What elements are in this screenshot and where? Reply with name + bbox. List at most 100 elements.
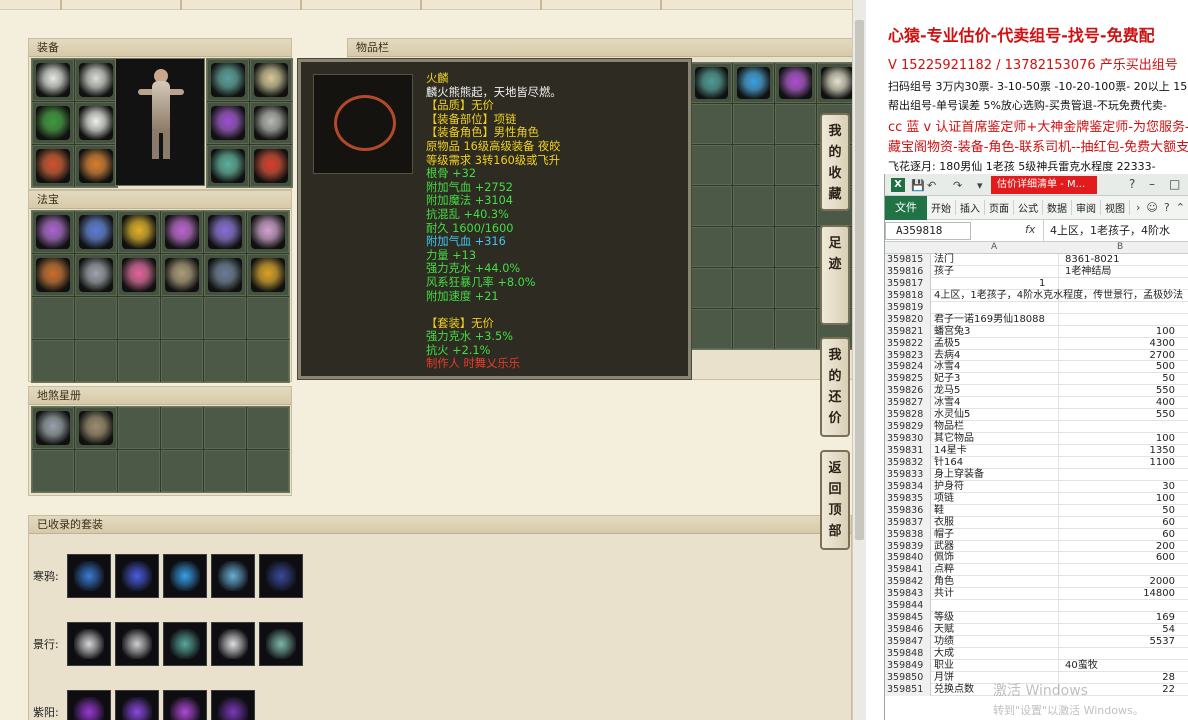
suit-item[interactable] bbox=[211, 690, 255, 720]
bag-slot[interactable] bbox=[691, 309, 732, 349]
fabao-slot[interactable] bbox=[204, 340, 246, 382]
smiley-icon[interactable]: ☺ bbox=[1146, 201, 1157, 214]
fabao-slot[interactable] bbox=[75, 211, 117, 253]
cell-b[interactable]: 2000 bbox=[1059, 576, 1177, 588]
cell-b[interactable]: 1350 bbox=[1059, 445, 1177, 457]
star-slot[interactable] bbox=[204, 407, 246, 449]
row-number[interactable]: 359846 bbox=[885, 624, 931, 637]
cell-a[interactable]: 帽子 bbox=[932, 529, 1058, 541]
ribbon-tab[interactable]: 审阅 bbox=[1072, 200, 1101, 215]
cell-b[interactable]: 2700 bbox=[1059, 350, 1177, 362]
column-a-header[interactable]: A bbox=[991, 242, 997, 252]
cell-a[interactable]: 物品栏 bbox=[932, 421, 1058, 433]
cell-a[interactable]: 针164 bbox=[932, 457, 1058, 469]
equip-slot[interactable] bbox=[75, 145, 117, 187]
cell-a[interactable]: 身上穿装备 bbox=[932, 469, 1058, 481]
cell-b[interactable]: 54 bbox=[1059, 624, 1177, 636]
suit-item[interactable] bbox=[259, 622, 303, 666]
fabao-slot[interactable] bbox=[161, 297, 203, 339]
bag-slot[interactable] bbox=[733, 104, 774, 144]
ribbon-tab[interactable]: 公式 bbox=[1014, 200, 1043, 215]
star-slot[interactable] bbox=[32, 407, 74, 449]
my-favorites-button[interactable]: 我的收藏 bbox=[820, 113, 850, 211]
star-slot[interactable] bbox=[75, 450, 117, 492]
cell-b[interactable]: 100 bbox=[1059, 326, 1177, 338]
row-number[interactable]: 359839 bbox=[885, 540, 931, 553]
row-number[interactable]: 359848 bbox=[885, 647, 931, 660]
cell-b[interactable]: 50 bbox=[1059, 505, 1177, 517]
row-number[interactable]: 359831 bbox=[885, 445, 931, 457]
cell-b[interactable]: 60 bbox=[1059, 517, 1177, 529]
row-number[interactable]: 359815 bbox=[885, 254, 931, 266]
ribbon-tab[interactable]: 插入 bbox=[956, 200, 985, 215]
star-slot[interactable] bbox=[32, 450, 74, 492]
equip-slot[interactable] bbox=[207, 59, 249, 101]
suit-item[interactable] bbox=[67, 690, 111, 720]
equip-slot[interactable] bbox=[32, 102, 74, 144]
cell-a[interactable]: 佩饰 bbox=[932, 552, 1058, 564]
row-number[interactable]: 359822 bbox=[885, 337, 931, 350]
row-number[interactable]: 359828 bbox=[885, 409, 931, 422]
row-number[interactable]: 359818 bbox=[885, 289, 931, 302]
row-number[interactable]: 359844 bbox=[885, 600, 931, 613]
bag-slot[interactable] bbox=[775, 186, 816, 226]
row-number[interactable]: 359817 bbox=[885, 277, 931, 290]
ribbon-tab[interactable]: 页面 bbox=[985, 200, 1014, 215]
cell-a[interactable]: 共计 bbox=[932, 588, 1058, 600]
fabao-slot[interactable] bbox=[204, 254, 246, 296]
cell-a[interactable]: 武器 bbox=[932, 541, 1058, 553]
scrollbar-thumb[interactable] bbox=[855, 20, 864, 540]
fabao-slot[interactable] bbox=[161, 340, 203, 382]
cell-b[interactable]: 400 bbox=[1059, 397, 1177, 409]
my-bargain-button[interactable]: 我的还价 bbox=[820, 337, 850, 437]
fabao-slot[interactable] bbox=[32, 254, 74, 296]
cell-b[interactable]: 600 bbox=[1059, 552, 1177, 564]
cell-b[interactable]: 100 bbox=[1059, 433, 1177, 445]
ribbon-tab[interactable]: 数据 bbox=[1043, 200, 1072, 215]
cell-a[interactable]: 妃子3 bbox=[932, 373, 1058, 385]
fabao-slot[interactable] bbox=[32, 340, 74, 382]
bag-slot[interactable] bbox=[775, 309, 816, 349]
row-number[interactable]: 359849 bbox=[885, 659, 931, 672]
star-slot[interactable] bbox=[161, 407, 203, 449]
cell-a[interactable]: 职业 bbox=[932, 660, 1058, 672]
bag-slot[interactable] bbox=[691, 63, 732, 103]
bag-slot[interactable] bbox=[733, 63, 774, 103]
collapse-ribbon-icon[interactable]: ⌃ bbox=[1176, 201, 1185, 214]
suit-item[interactable] bbox=[67, 622, 111, 666]
row-number[interactable]: 359819 bbox=[885, 301, 931, 314]
cell-b[interactable]: 30 bbox=[1059, 481, 1177, 493]
row-number[interactable]: 359845 bbox=[885, 612, 931, 625]
cell-a[interactable]: 等级 bbox=[932, 612, 1058, 624]
cell-b[interactable]: 1 bbox=[1039, 278, 1157, 290]
cell-a[interactable]: 其它物品 bbox=[932, 433, 1058, 445]
row-number[interactable]: 359840 bbox=[885, 552, 931, 565]
cell-b[interactable]: 4300 bbox=[1059, 338, 1177, 350]
row-number[interactable]: 359843 bbox=[885, 588, 931, 601]
redo-icon[interactable]: ↷ bbox=[953, 179, 962, 192]
cell-b[interactable]: 14800 bbox=[1059, 588, 1177, 600]
fabao-slot[interactable] bbox=[161, 254, 203, 296]
ribbon-tab[interactable]: 视图 bbox=[1101, 200, 1130, 215]
cell-a[interactable]: 衣服 bbox=[932, 517, 1058, 529]
row-number[interactable]: 359838 bbox=[885, 528, 931, 541]
file-tab[interactable]: 文件 bbox=[885, 195, 927, 220]
star-slot[interactable] bbox=[247, 407, 289, 449]
cell-a[interactable]: 大成 bbox=[932, 648, 1058, 660]
row-number[interactable]: 359830 bbox=[885, 433, 931, 446]
ribbon-tab[interactable]: 开始 bbox=[927, 200, 956, 215]
row-number[interactable]: 359847 bbox=[885, 636, 931, 648]
row-number[interactable]: 359835 bbox=[885, 492, 931, 505]
customize-icon[interactable]: ▾ bbox=[977, 179, 983, 192]
fabao-slot[interactable] bbox=[32, 211, 74, 253]
fabao-slot[interactable] bbox=[247, 340, 289, 382]
row-number[interactable]: 359821 bbox=[885, 325, 931, 338]
star-slot[interactable] bbox=[75, 407, 117, 449]
cell-a[interactable]: 君子一诺169男仙18088 bbox=[932, 314, 1058, 326]
row-number[interactable]: 359851 bbox=[885, 683, 931, 696]
row-number[interactable]: 359827 bbox=[885, 397, 931, 410]
cell-b[interactable]: 40蛮牧 bbox=[1059, 660, 1177, 672]
row-number[interactable]: 359816 bbox=[885, 265, 931, 278]
row-number[interactable]: 359836 bbox=[885, 504, 931, 517]
more-tabs-icon[interactable]: › bbox=[1136, 201, 1140, 214]
